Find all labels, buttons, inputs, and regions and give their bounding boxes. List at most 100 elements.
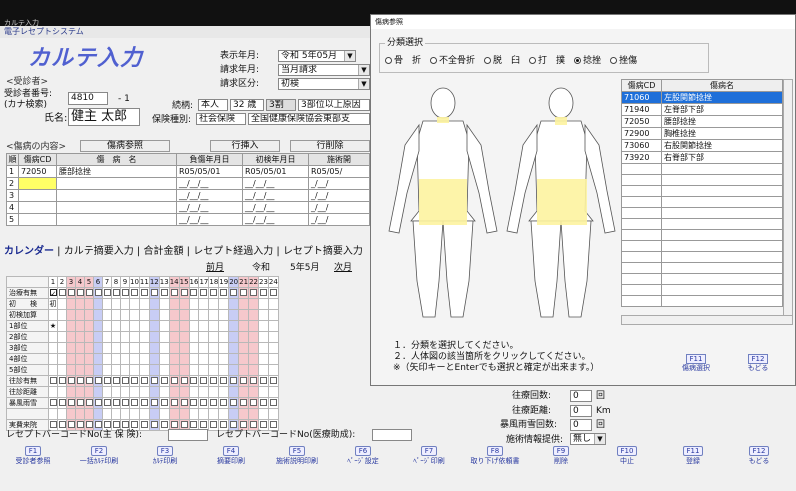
table-row[interactable]: 3 __/__/__ __/__/__ _/__/ xyxy=(6,189,370,202)
calendar-cell[interactable] xyxy=(93,342,103,354)
calendar-cell[interactable] xyxy=(218,397,230,409)
calendar-cell[interactable] xyxy=(102,320,112,332)
fkey-f8-button[interactable]: F8 取り下げ依頼書 xyxy=(466,446,524,466)
calendar-cell[interactable] xyxy=(228,298,240,310)
calendar-cell[interactable] xyxy=(228,408,240,420)
calendar-cell[interactable] xyxy=(120,386,130,398)
calendar-cell[interactable] xyxy=(57,331,67,343)
calendar-cell[interactable] xyxy=(48,342,58,354)
calendar-cell[interactable] xyxy=(158,320,170,332)
calendar-cell[interactable] xyxy=(138,287,150,299)
calendar-cell[interactable] xyxy=(158,309,170,321)
calendar-cell[interactable] xyxy=(238,397,250,409)
calendar-cell[interactable] xyxy=(168,320,180,332)
list-item[interactable]: 71060 左股関節捻挫 xyxy=(621,91,783,104)
select-injury-button[interactable]: F11 傷病選択 xyxy=(671,354,721,373)
calendar-cell[interactable] xyxy=(148,287,160,299)
calendar-cell[interactable] xyxy=(178,331,190,343)
calendar-cell[interactable] xyxy=(93,408,103,420)
calendar-cell[interactable] xyxy=(257,353,269,365)
calendar-cell[interactable] xyxy=(66,408,76,420)
calendar-cell[interactable] xyxy=(111,386,121,398)
calendar-cell[interactable] xyxy=(238,342,250,354)
list-item-empty[interactable] xyxy=(621,163,783,175)
calendar-cell[interactable] xyxy=(138,397,150,409)
calendar-cell[interactable] xyxy=(218,287,230,299)
calendar-cell[interactable] xyxy=(238,386,250,398)
list-item[interactable]: 71940 左脊部下部 xyxy=(621,103,783,116)
info-provide-select[interactable]: 無し ▼ xyxy=(570,433,606,445)
calendar-cell[interactable] xyxy=(111,342,121,354)
calendar-cell[interactable] xyxy=(148,364,160,376)
calendar-cell[interactable] xyxy=(188,287,200,299)
calendar-cell[interactable]: 初 xyxy=(48,298,58,310)
calendar-cell[interactable] xyxy=(188,364,200,376)
calendar-cell[interactable] xyxy=(208,408,220,420)
calendar-cell[interactable] xyxy=(111,287,121,299)
calendar-cell[interactable] xyxy=(198,408,210,420)
calendar-cell[interactable] xyxy=(102,331,112,343)
calendar-cell[interactable] xyxy=(148,353,160,365)
calendar-cell[interactable] xyxy=(93,331,103,343)
list-item-empty[interactable] xyxy=(621,185,783,197)
calendar-cell[interactable] xyxy=(93,298,103,310)
calendar-cell[interactable] xyxy=(57,408,67,420)
calendar-cell[interactable] xyxy=(66,386,76,398)
calendar-cell[interactable] xyxy=(48,309,58,321)
list-item[interactable]: 72050 腰部捻挫 xyxy=(621,115,783,128)
calendar-cell[interactable] xyxy=(198,375,210,387)
calendar-cell[interactable] xyxy=(158,353,170,365)
calendar-cell[interactable] xyxy=(102,364,112,376)
calendar-cell[interactable] xyxy=(148,331,160,343)
calendar-cell[interactable] xyxy=(93,364,103,376)
calendar-cell[interactable] xyxy=(66,309,76,321)
fkey-f2-button[interactable]: F2 一括ｶﾙﾃ印刷 xyxy=(70,446,128,466)
calendar-cell[interactable] xyxy=(148,342,160,354)
calendar-cell[interactable] xyxy=(228,397,240,409)
calendar-cell[interactable] xyxy=(129,364,140,376)
calendar-cell[interactable] xyxy=(148,419,160,431)
calendar-cell[interactable] xyxy=(102,298,112,310)
fkey-f10-button[interactable]: F10 中止 xyxy=(598,446,656,466)
calendar-cell[interactable] xyxy=(84,320,94,332)
calendar-cell[interactable] xyxy=(148,408,160,420)
calendar-cell[interactable] xyxy=(75,353,85,365)
calendar-cell[interactable] xyxy=(238,364,250,376)
calendar-cell[interactable] xyxy=(198,342,210,354)
calendar-cell[interactable] xyxy=(57,287,67,299)
calendar-cell[interactable] xyxy=(168,298,180,310)
calendar-cell[interactable] xyxy=(138,364,150,376)
calendar-cell[interactable] xyxy=(178,375,190,387)
calendar-cell[interactable] xyxy=(267,298,279,310)
calendar-cell[interactable] xyxy=(120,320,130,332)
calendar-cell[interactable] xyxy=(208,298,220,310)
calendar-cell[interactable] xyxy=(138,298,150,310)
list-item[interactable]: 73060 右股関節捻挫 xyxy=(621,139,783,152)
fkey-f1-button[interactable]: F1 受診者参照 xyxy=(4,446,62,466)
calendar-cell[interactable] xyxy=(48,397,58,409)
visit-count-input[interactable]: 0 xyxy=(570,390,592,402)
calendar-cell[interactable] xyxy=(48,386,58,398)
calendar-cell[interactable] xyxy=(248,408,259,420)
calendar-cell[interactable] xyxy=(111,298,121,310)
calendar-cell[interactable] xyxy=(178,364,190,376)
calendar-cell[interactable] xyxy=(198,397,210,409)
tab-receipt-progress[interactable]: レセプト経過入力 xyxy=(193,246,273,257)
calendar-cell[interactable] xyxy=(120,331,130,343)
calendar-cell[interactable] xyxy=(168,353,180,365)
calendar-cell[interactable] xyxy=(84,309,94,321)
category-radio[interactable]: 不全骨折 xyxy=(430,56,475,66)
calendar-cell[interactable] xyxy=(198,298,210,310)
calendar-cell[interactable] xyxy=(168,364,180,376)
calendar-cell[interactable] xyxy=(57,364,67,376)
calendar-cell[interactable] xyxy=(48,353,58,365)
calendar-cell[interactable] xyxy=(208,342,220,354)
calendar-cell[interactable] xyxy=(178,397,190,409)
calendar-cell[interactable] xyxy=(93,386,103,398)
table-row[interactable]: 4 __/__/__ __/__/__ _/__/ xyxy=(6,201,370,214)
calendar-cell[interactable] xyxy=(158,375,170,387)
calendar-cell[interactable] xyxy=(218,408,230,420)
calendar-cell[interactable] xyxy=(102,309,112,321)
category-radio[interactable]: 打 撲 xyxy=(529,56,565,66)
calendar-cell[interactable] xyxy=(267,320,279,332)
